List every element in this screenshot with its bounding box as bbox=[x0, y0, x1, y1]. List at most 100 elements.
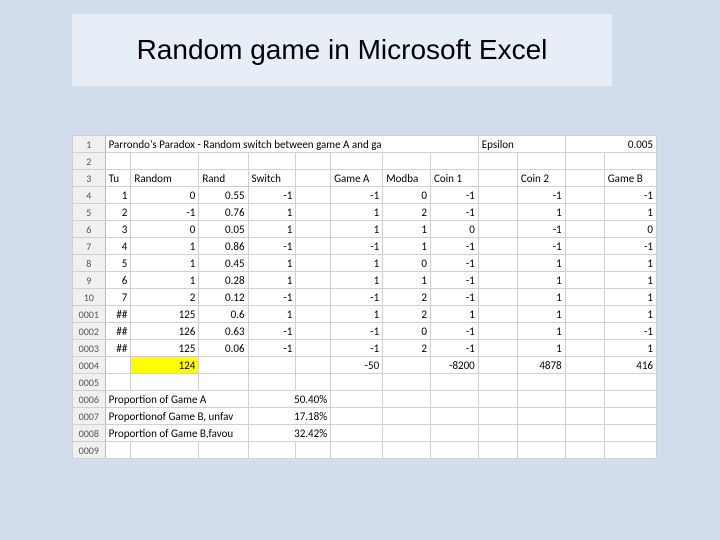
cell[interactable]: 126 bbox=[131, 323, 199, 340]
col-modba[interactable]: Modba bbox=[383, 170, 431, 187]
cell[interactable]: 125 bbox=[131, 340, 199, 357]
cell[interactable]: -1 bbox=[331, 323, 383, 340]
cell[interactable]: ## bbox=[105, 340, 131, 357]
stat-value[interactable]: 32.42% bbox=[248, 425, 331, 442]
row-header[interactable]: 7 bbox=[73, 238, 106, 255]
cell[interactable]: 1 bbox=[248, 204, 296, 221]
cell[interactable]: 1 bbox=[331, 204, 383, 221]
cell[interactable]: 0.76 bbox=[199, 204, 248, 221]
cell[interactable]: 1 bbox=[331, 306, 383, 323]
cell[interactable]: 1 bbox=[131, 255, 199, 272]
stat-label[interactable]: Proportion of Game A bbox=[105, 391, 248, 408]
row-header[interactable]: 0004 bbox=[73, 357, 106, 374]
cell[interactable]: 1 bbox=[604, 204, 656, 221]
row-header[interactable]: 1 bbox=[73, 136, 106, 153]
cell[interactable]: -1 bbox=[248, 187, 296, 204]
row-header[interactable]: 3 bbox=[73, 170, 106, 187]
cell[interactable]: 1 bbox=[517, 306, 565, 323]
cell[interactable]: -1 bbox=[131, 204, 199, 221]
cell[interactable]: 1 bbox=[131, 272, 199, 289]
row-header[interactable]: 4 bbox=[73, 187, 106, 204]
cell[interactable]: -1 bbox=[430, 255, 478, 272]
cell[interactable]: 0 bbox=[131, 221, 199, 238]
cell[interactable]: -1 bbox=[604, 238, 656, 255]
cell[interactable]: 1 bbox=[248, 221, 296, 238]
row-header[interactable]: 0006 bbox=[73, 391, 106, 408]
cell[interactable]: 2 bbox=[383, 289, 431, 306]
col-switch[interactable]: Switch bbox=[248, 170, 296, 187]
cell[interactable]: 4 bbox=[105, 238, 131, 255]
cell[interactable]: 1 bbox=[517, 255, 565, 272]
cell[interactable]: ## bbox=[105, 306, 131, 323]
cell[interactable]: 1 bbox=[248, 306, 296, 323]
cell[interactable]: 1 bbox=[604, 255, 656, 272]
cell[interactable]: 1 bbox=[430, 306, 478, 323]
cell[interactable]: -1 bbox=[517, 187, 565, 204]
cell[interactable]: 0 bbox=[383, 323, 431, 340]
cell[interactable]: -1 bbox=[248, 323, 296, 340]
cell[interactable]: 1 bbox=[517, 272, 565, 289]
cell[interactable]: 1 bbox=[383, 272, 431, 289]
total-game-b[interactable]: 416 bbox=[604, 357, 656, 374]
row-header[interactable]: 9 bbox=[73, 272, 106, 289]
cell[interactable]: 1 bbox=[105, 187, 131, 204]
total-game-a[interactable]: -50 bbox=[331, 357, 383, 374]
cell[interactable]: -1 bbox=[248, 289, 296, 306]
stat-label[interactable]: Proportion of Game B,favou bbox=[105, 425, 248, 442]
cell[interactable]: -1 bbox=[331, 187, 383, 204]
cell[interactable]: 0.12 bbox=[199, 289, 248, 306]
cell[interactable]: -1 bbox=[430, 238, 478, 255]
cell[interactable]: 0 bbox=[131, 187, 199, 204]
col-coin1[interactable]: Coin 1 bbox=[430, 170, 478, 187]
cell[interactable]: -1 bbox=[430, 272, 478, 289]
cell[interactable]: 0.63 bbox=[199, 323, 248, 340]
cell[interactable]: -1 bbox=[331, 340, 383, 357]
cell[interactable]: -1 bbox=[430, 187, 478, 204]
row-header[interactable]: 0002 bbox=[73, 323, 106, 340]
cell[interactable]: 2 bbox=[383, 306, 431, 323]
total-rand[interactable]: 124 bbox=[131, 357, 199, 374]
epsilon-label-cell[interactable]: Epsilon bbox=[478, 136, 565, 153]
cell[interactable]: 3 bbox=[105, 221, 131, 238]
cell[interactable]: 1 bbox=[248, 272, 296, 289]
row-header[interactable]: 6 bbox=[73, 221, 106, 238]
cell[interactable]: 2 bbox=[131, 289, 199, 306]
cell[interactable]: 1 bbox=[331, 221, 383, 238]
cell[interactable]: 1 bbox=[331, 255, 383, 272]
total-coin2[interactable]: 4878 bbox=[517, 357, 565, 374]
stat-value[interactable]: 17.18% bbox=[248, 408, 331, 425]
cell[interactable]: 5 bbox=[105, 255, 131, 272]
cell[interactable]: 6 bbox=[105, 272, 131, 289]
col-game-b[interactable]: Game B bbox=[604, 170, 656, 187]
row-header[interactable]: 0003 bbox=[73, 340, 106, 357]
cell[interactable]: 0.55 bbox=[199, 187, 248, 204]
cell[interactable]: -1 bbox=[517, 221, 565, 238]
col-tu[interactable]: Tu bbox=[105, 170, 131, 187]
cell[interactable]: 1 bbox=[383, 238, 431, 255]
cell[interactable]: -1 bbox=[430, 289, 478, 306]
sheet-title-cell[interactable]: Parrondo's Paradox - Random switch betwe… bbox=[105, 136, 478, 153]
cell[interactable]: 0 bbox=[383, 255, 431, 272]
col-rand[interactable]: Rand bbox=[199, 170, 248, 187]
stat-label[interactable]: Proportionof Game B, unfav bbox=[105, 408, 248, 425]
cell[interactable]: 0.86 bbox=[199, 238, 248, 255]
col-coin2[interactable]: Coin 2 bbox=[517, 170, 565, 187]
cell[interactable]: -1 bbox=[248, 238, 296, 255]
cell[interactable]: ## bbox=[105, 323, 131, 340]
cell[interactable]: 0.45 bbox=[199, 255, 248, 272]
cell[interactable]: 1 bbox=[131, 238, 199, 255]
row-header[interactable]: 10 bbox=[73, 289, 106, 306]
cell[interactable]: 0.06 bbox=[199, 340, 248, 357]
cell[interactable]: 2 bbox=[383, 340, 431, 357]
cell[interactable]: 1 bbox=[604, 289, 656, 306]
row-header[interactable]: 0005 bbox=[73, 374, 106, 391]
cell[interactable]: 0.6 bbox=[199, 306, 248, 323]
row-header[interactable]: 2 bbox=[73, 153, 106, 170]
cell[interactable]: 1 bbox=[248, 255, 296, 272]
cell[interactable]: -1 bbox=[430, 323, 478, 340]
row-header[interactable]: 8 bbox=[73, 255, 106, 272]
cell[interactable]: 7 bbox=[105, 289, 131, 306]
cell[interactable]: 0 bbox=[383, 187, 431, 204]
col-random[interactable]: Random bbox=[131, 170, 199, 187]
row-header[interactable]: 0007 bbox=[73, 408, 106, 425]
